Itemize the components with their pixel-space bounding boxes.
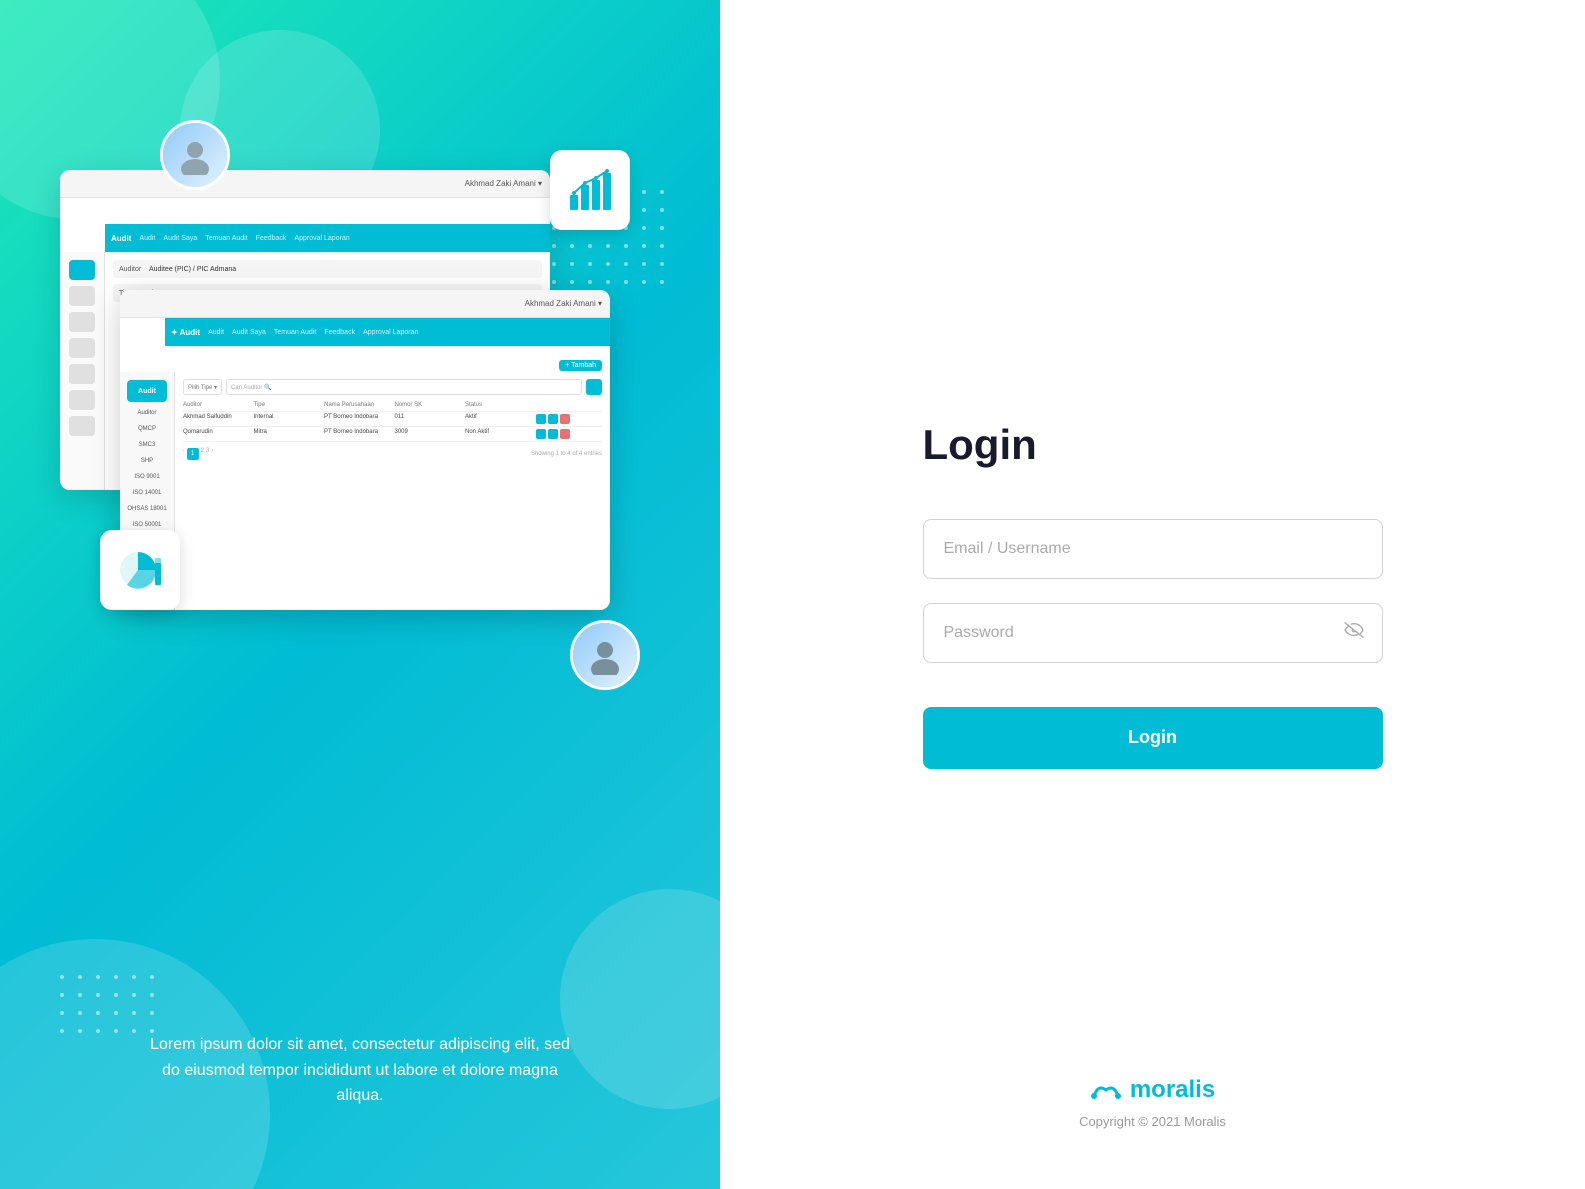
toggle-password-icon[interactable]	[1343, 621, 1365, 645]
description-paragraph: Lorem ipsum dolor sit amet, consectetur …	[150, 1032, 570, 1109]
avatar-bottom	[570, 620, 640, 690]
bar-chart-icon	[565, 165, 615, 215]
brand-name: moralis	[1130, 1076, 1215, 1104]
right-panel: Login Login moralis	[720, 0, 1585, 1189]
moralis-logo-icon	[1090, 1074, 1122, 1106]
login-title: Login	[923, 421, 1383, 469]
brand-logo: moralis	[1090, 1074, 1215, 1106]
ss-back-user: Akhmad Zaki Amani ▾	[465, 179, 542, 188]
copyright-text: Copyright © 2021 Moralis	[1079, 1114, 1226, 1129]
login-button[interactable]: Login	[923, 707, 1383, 769]
pie-chart-icon	[113, 543, 168, 598]
left-panel: (function(){ const dp = document.querySe…	[0, 0, 720, 1189]
deco-circle-4	[560, 889, 720, 1109]
password-wrapper	[923, 603, 1383, 663]
screenshots-area: Akhmad Zaki Amani ▾ Audit Audit Audit Sa…	[60, 130, 660, 690]
pie-chart-card	[100, 530, 180, 610]
login-form: Login Login	[923, 421, 1383, 769]
password-input[interactable]	[923, 603, 1383, 663]
avatar-top	[160, 120, 230, 190]
brand-section: moralis Copyright © 2021 Moralis	[1079, 1074, 1226, 1129]
password-form-group	[923, 603, 1383, 663]
ss-front-user: Akhmad Zaki Amani ▾	[525, 299, 602, 308]
email-input[interactable]	[923, 519, 1383, 579]
email-form-group	[923, 519, 1383, 579]
dots-pattern-bottom: (function(){ const dp = document.querySe…	[60, 975, 160, 1039]
description-text: Lorem ipsum dolor sit amet, consectetur …	[150, 1032, 570, 1109]
screenshot-front: Akhmad Zaki Amani ▾ ✦ Audit Audit Audit …	[120, 290, 610, 610]
bar-chart-card	[550, 150, 630, 230]
